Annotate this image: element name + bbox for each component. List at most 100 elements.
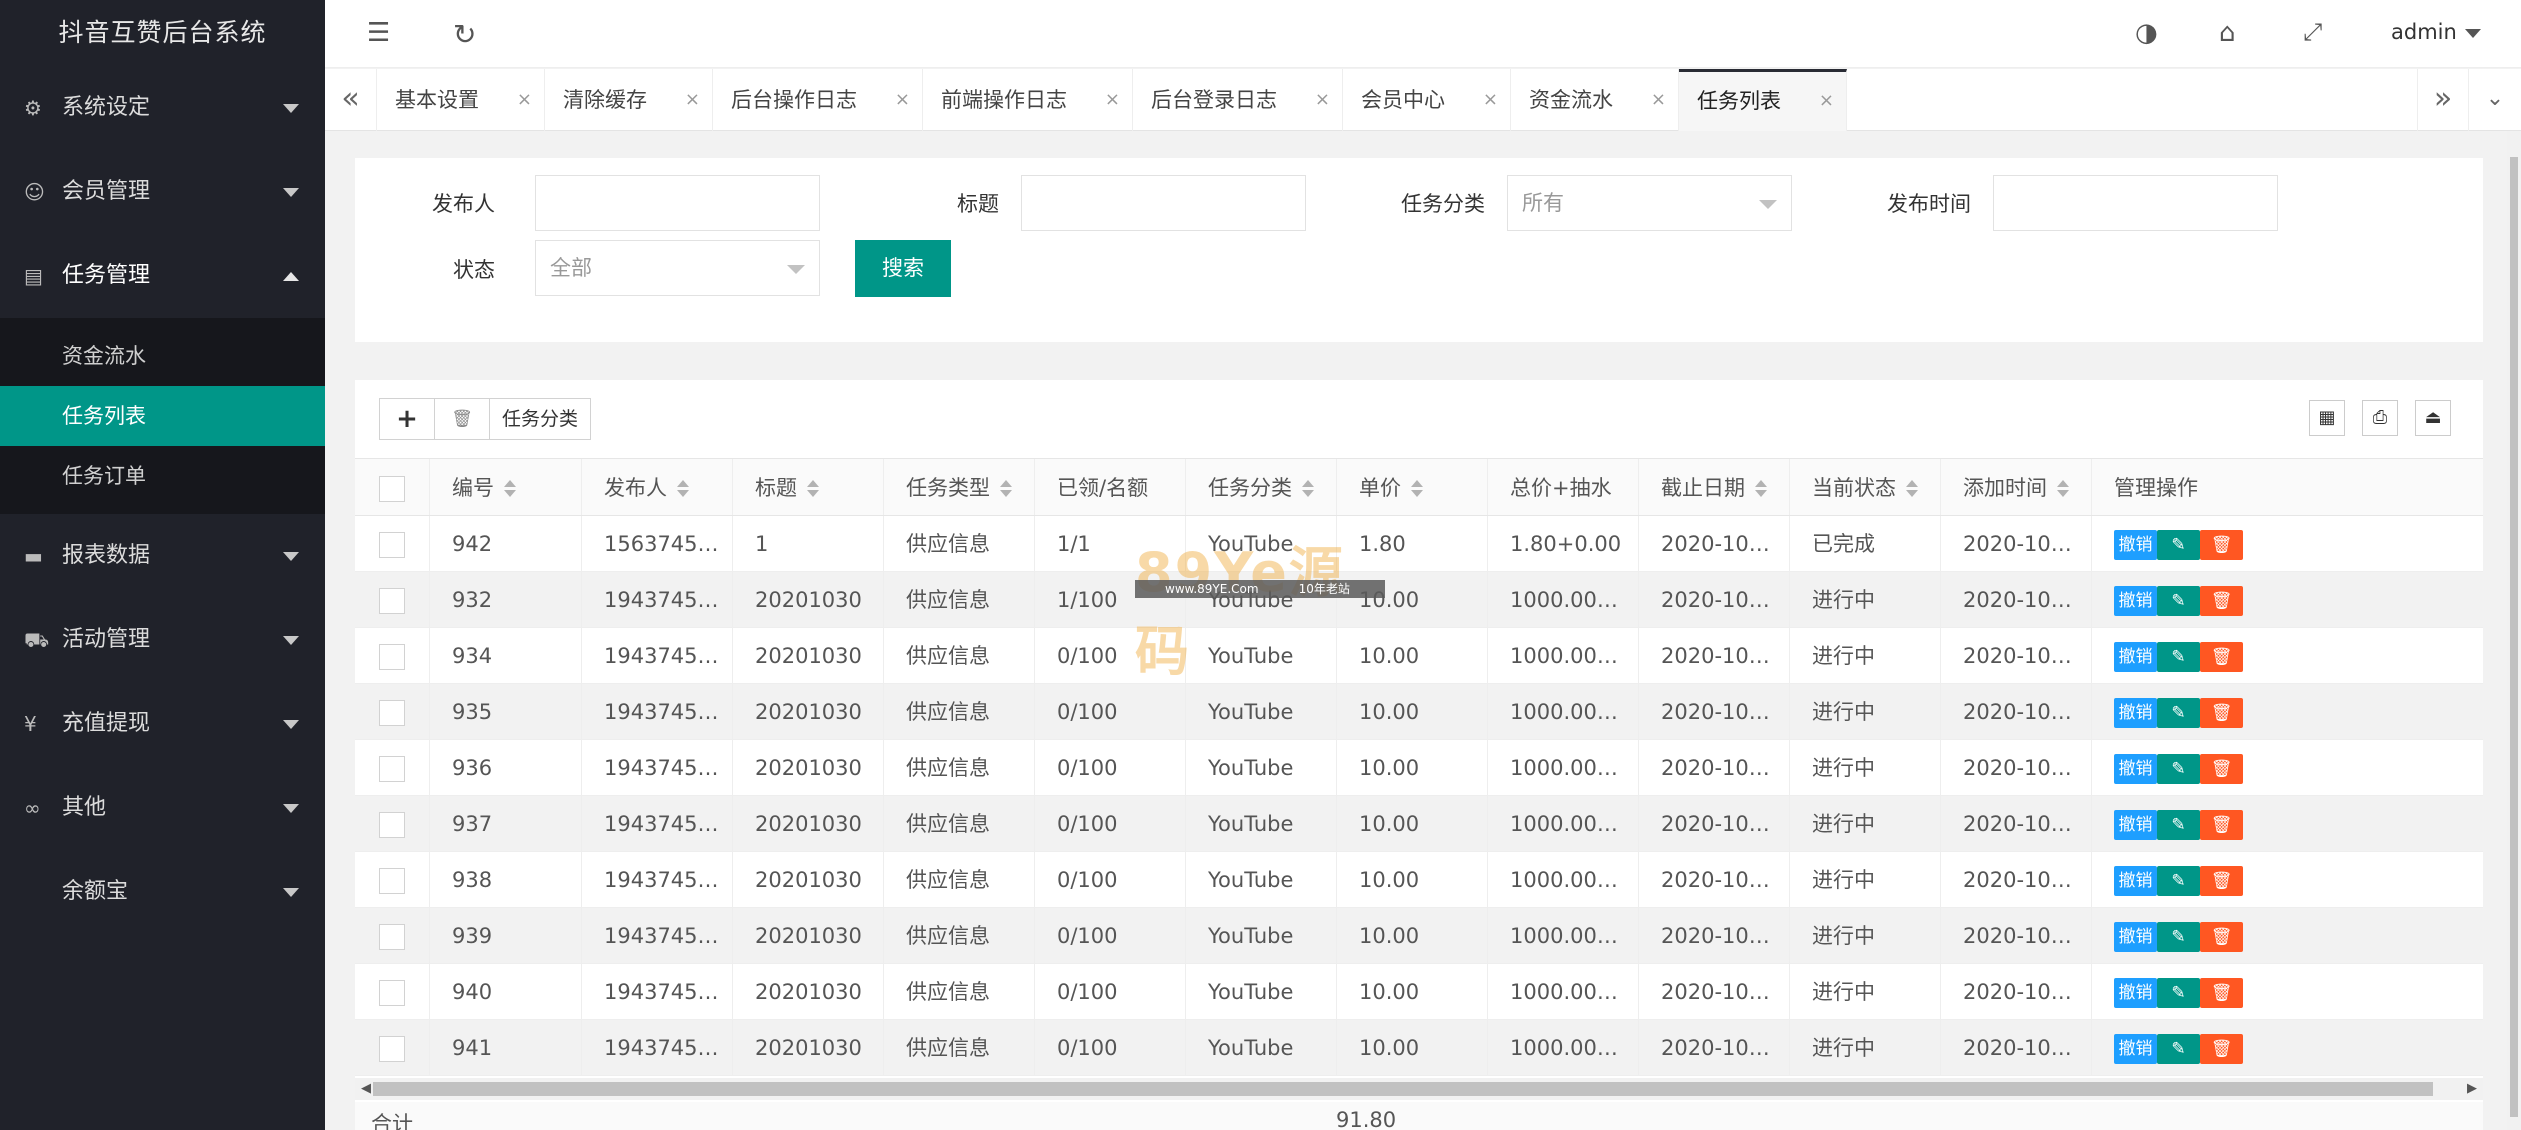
revoke-button[interactable]: 撤销 <box>2114 1034 2157 1064</box>
column-header-3[interactable]: 任务类型 <box>883 459 1034 515</box>
revoke-button[interactable]: 撤销 <box>2114 922 2157 952</box>
delete-row-button[interactable]: 🗑 <box>2200 810 2243 840</box>
columns-filter-icon[interactable]: ▦ <box>2309 400 2345 436</box>
tag-icon[interactable]: ⌂ <box>2219 18 2236 48</box>
sidebar-item-1[interactable]: ☺ 会员管理 <box>0 150 325 234</box>
table-row[interactable]: 934 1943745… 20201030 供应信息 0/100 YouTube 10.00… <box>355 628 2483 684</box>
revoke-button[interactable]: 撤销 <box>2114 530 2157 560</box>
edit-button[interactable]: ✎ <box>2157 1034 2200 1064</box>
column-header-11[interactable]: 管理操作 <box>2091 459 2483 515</box>
delete-row-button[interactable]: 🗑 <box>2200 978 2243 1008</box>
close-tab-icon[interactable]: × <box>1651 69 1666 131</box>
row-checkbox[interactable] <box>379 644 405 670</box>
edit-button[interactable]: ✎ <box>2157 642 2200 672</box>
revoke-button[interactable]: 撤销 <box>2114 978 2157 1008</box>
sort-icon[interactable] <box>677 480 689 498</box>
delete-row-button[interactable]: 🗑 <box>2200 586 2243 616</box>
delete-row-button[interactable]: 🗑 <box>2200 922 2243 952</box>
edit-button[interactable]: ✎ <box>2157 754 2200 784</box>
table-row[interactable]: 942 1563745… 1 供应信息 1/1 YouTube 1.80 1.80+0.00 2… <box>355 516 2483 572</box>
close-tab-icon[interactable]: × <box>517 69 532 131</box>
table-row[interactable]: 940 1943745… 20201030 供应信息 0/100 YouTube 10.00… <box>355 964 2483 1020</box>
sidebar-item-3[interactable]: ▬ 报表数据 <box>0 514 325 598</box>
column-header-7[interactable]: 总价+抽水 <box>1487 459 1638 515</box>
revoke-button[interactable]: 撤销 <box>2114 754 2157 784</box>
tab-7[interactable]: 任务列表 × <box>1679 69 1847 131</box>
column-header-10[interactable]: 添加时间 <box>1940 459 2091 515</box>
print-icon[interactable]: ⎙ <box>2362 400 2398 436</box>
edit-button[interactable]: ✎ <box>2157 586 2200 616</box>
tab-4[interactable]: 后台登录日志 × <box>1133 69 1343 131</box>
revoke-button[interactable]: 撤销 <box>2114 698 2157 728</box>
edit-button[interactable]: ✎ <box>2157 698 2200 728</box>
row-checkbox[interactable] <box>379 756 405 782</box>
horizontal-scrollbar[interactable]: ◀ ▶ <box>355 1078 2483 1100</box>
sidebar-item-0[interactable]: ⚙ 系统设定 <box>0 66 325 150</box>
sidebar-item-7[interactable]: 余额宝 <box>0 850 325 934</box>
add-button[interactable]: + <box>379 398 435 440</box>
column-header-8[interactable]: 截止日期 <box>1638 459 1789 515</box>
scroll-right-arrow-icon[interactable]: ▶ <box>2467 1081 2477 1096</box>
close-tab-icon[interactable]: × <box>1483 69 1498 131</box>
submenu-item-0[interactable]: 资金流水 <box>0 326 325 386</box>
delete-button[interactable]: 🗑 <box>434 398 490 440</box>
column-header-5[interactable]: 任务分类 <box>1185 459 1336 515</box>
close-tab-icon[interactable]: × <box>895 69 910 131</box>
row-checkbox[interactable] <box>379 700 405 726</box>
revoke-button[interactable]: 撤销 <box>2114 866 2157 896</box>
sidebar-item-6[interactable]: ∞ 其他 <box>0 766 325 850</box>
edit-button[interactable]: ✎ <box>2157 866 2200 896</box>
close-tab-icon[interactable]: × <box>1105 69 1120 131</box>
tab-5[interactable]: 会员中心 × <box>1343 69 1511 131</box>
sidebar-item-4[interactable]: ⛟ 活动管理 <box>0 598 325 682</box>
tab-1[interactable]: 清除缓存 × <box>545 69 713 131</box>
column-header-9[interactable]: 当前状态 <box>1789 459 1940 515</box>
delete-row-button[interactable]: 🗑 <box>2200 866 2243 896</box>
select-all-checkbox[interactable] <box>379 476 405 502</box>
row-checkbox[interactable] <box>379 1036 405 1062</box>
user-menu[interactable]: admin <box>2391 20 2481 44</box>
revoke-button[interactable]: 撤销 <box>2114 810 2157 840</box>
submenu-item-2[interactable]: 任务订单 <box>0 446 325 506</box>
edit-button[interactable]: ✎ <box>2157 922 2200 952</box>
status-select[interactable]: 全部 <box>535 240 820 296</box>
delete-row-button[interactable]: 🗑 <box>2200 698 2243 728</box>
page-vertical-scrollbar[interactable] <box>2507 131 2521 1130</box>
row-checkbox[interactable] <box>379 588 405 614</box>
table-row[interactable]: 939 1943745… 20201030 供应信息 0/100 YouTube 10.00… <box>355 908 2483 964</box>
table-row[interactable]: 941 1943745… 20201030 供应信息 0/100 YouTube 10.00… <box>355 1020 2483 1076</box>
column-header-0[interactable]: 编号 <box>429 459 581 515</box>
refresh-icon[interactable]: ↻ <box>453 18 476 51</box>
submenu-item-1[interactable]: 任务列表 <box>0 386 325 446</box>
task-category-button[interactable]: 任务分类 <box>489 398 591 440</box>
tabs-menu-chevron-icon[interactable]: ⌄ <box>2469 69 2521 131</box>
close-tab-icon[interactable]: × <box>1819 72 1834 130</box>
theme-palette-icon[interactable]: ◑ <box>2135 18 2158 48</box>
edit-button[interactable]: ✎ <box>2157 978 2200 1008</box>
sort-icon[interactable] <box>1906 480 1918 498</box>
table-row[interactable]: 936 1943745… 20201030 供应信息 0/100 YouTube 10.00… <box>355 740 2483 796</box>
table-row[interactable]: 938 1943745… 20201030 供应信息 0/100 YouTube 10.00… <box>355 852 2483 908</box>
sort-icon[interactable] <box>1755 480 1767 498</box>
delete-row-button[interactable]: 🗑 <box>2200 530 2243 560</box>
publish-time-input[interactable] <box>1993 175 2278 231</box>
sort-icon[interactable] <box>807 480 819 498</box>
row-checkbox[interactable] <box>379 980 405 1006</box>
close-tab-icon[interactable]: × <box>685 69 700 131</box>
edit-button[interactable]: ✎ <box>2157 810 2200 840</box>
delete-row-button[interactable]: 🗑 <box>2200 1034 2243 1064</box>
row-checkbox[interactable] <box>379 532 405 558</box>
search-button[interactable]: 搜索 <box>855 240 951 297</box>
tab-0[interactable]: 基本设置 × <box>377 69 545 131</box>
delete-row-button[interactable]: 🗑 <box>2200 754 2243 784</box>
tabs-scroll-left-icon[interactable]: « <box>325 69 377 131</box>
title-input[interactable] <box>1021 175 1306 231</box>
sort-icon[interactable] <box>2057 480 2069 498</box>
close-tab-icon[interactable]: × <box>1315 69 1330 131</box>
scroll-left-arrow-icon[interactable]: ◀ <box>361 1081 371 1096</box>
column-header-1[interactable]: 发布人 <box>581 459 732 515</box>
sort-icon[interactable] <box>1000 480 1012 498</box>
tab-6[interactable]: 资金流水 × <box>1511 69 1679 131</box>
horizontal-scroll-thumb[interactable] <box>373 1082 2433 1096</box>
column-header-2[interactable]: 标题 <box>732 459 883 515</box>
